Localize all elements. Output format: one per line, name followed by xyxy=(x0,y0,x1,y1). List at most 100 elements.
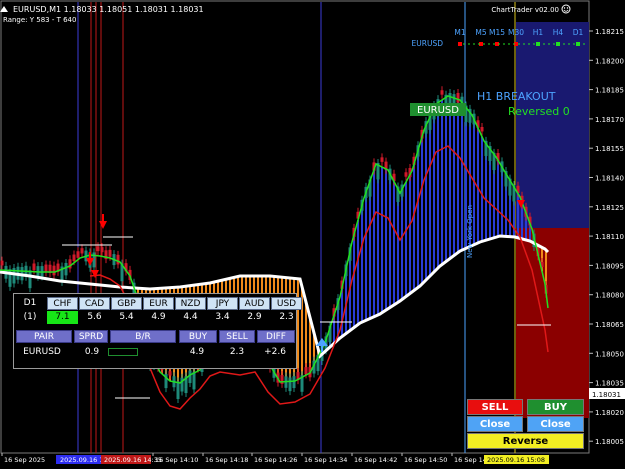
time-label: 16 Sep 2025 xyxy=(4,456,45,464)
buy-zone xyxy=(516,22,589,228)
currency-header-usd: USD xyxy=(271,297,302,310)
price-label: 1.18020 xyxy=(595,409,624,417)
candle-body xyxy=(192,371,196,390)
row-diff: +2.6 xyxy=(264,347,286,357)
price-label: 1.18215 xyxy=(595,28,624,36)
histogram-bar xyxy=(425,125,427,281)
price-label: 1.18110 xyxy=(595,233,624,241)
column-header-diff: DIFF xyxy=(257,330,295,343)
price-label: 1.18125 xyxy=(595,204,624,212)
panel-row-label: (1) xyxy=(23,312,37,322)
candle-body xyxy=(380,157,384,162)
candle-body xyxy=(96,246,100,252)
tf-label-m30[interactable]: M30 xyxy=(508,28,524,37)
histogram-bar xyxy=(409,174,411,294)
price-label: 1.18065 xyxy=(595,321,624,329)
time-label: 16 Sep 14:42 xyxy=(354,456,397,464)
candle-body xyxy=(176,381,180,399)
column-header-pair: PAIR xyxy=(16,330,72,343)
histogram-bar xyxy=(417,150,419,288)
candle-body xyxy=(304,367,308,375)
histogram-bar xyxy=(369,181,371,319)
price-label: 1.18035 xyxy=(595,380,624,388)
price-label: 1.18095 xyxy=(595,262,624,270)
histogram-bar xyxy=(437,102,439,269)
currency-value-aud: 2.9 xyxy=(247,312,262,322)
candle-body xyxy=(404,172,408,177)
tf-label-m5[interactable]: M5 xyxy=(475,28,486,37)
range-line: Range: Y 583 - T 640 xyxy=(3,16,76,24)
smiley-icon xyxy=(561,4,571,14)
column-header-br: B/R xyxy=(110,330,176,343)
currency-value-usd: 2.3 xyxy=(279,312,294,322)
candle-body xyxy=(64,262,68,276)
histogram-bar xyxy=(429,117,431,276)
session-label: New York Open xyxy=(466,205,474,258)
time-highlight-label: 2025.09.16 14:35 xyxy=(104,456,162,464)
histogram-bar xyxy=(397,189,399,303)
column-header-buy: BUY xyxy=(179,330,217,343)
row-buy: 4.9 xyxy=(189,347,205,357)
tf-label-m1[interactable]: M1 xyxy=(454,28,465,37)
time-label: 16 Sep 14:26 xyxy=(254,456,297,464)
row-br-bar xyxy=(108,348,138,356)
time-label: 16 Sep 14:34 xyxy=(304,456,347,464)
current-price: 1.18031 xyxy=(592,391,621,399)
price-label: 1.18200 xyxy=(595,57,624,65)
tf-label-m15[interactable]: M15 xyxy=(489,28,505,37)
histogram-bar xyxy=(377,165,379,315)
histogram-bar xyxy=(341,287,343,337)
currency-value-nzd: 4.4 xyxy=(183,312,198,322)
candle-body xyxy=(292,376,296,389)
histogram-bar xyxy=(453,98,455,256)
histogram-bar xyxy=(461,102,463,251)
tf-label-d1[interactable]: D1 xyxy=(573,28,584,37)
close-buy-button[interactable]: Close Buy xyxy=(527,416,584,445)
histogram-bar xyxy=(497,160,499,237)
candle-body xyxy=(440,90,444,95)
histogram-bar xyxy=(365,192,367,321)
column-header-sprd: SPRD xyxy=(74,330,108,343)
histogram-bar xyxy=(445,97,447,262)
buy-button[interactable]: BUY xyxy=(527,399,584,415)
row-sell: 2.3 xyxy=(229,347,245,357)
currency-value-chf: 7.1 xyxy=(47,311,78,324)
price-label: 1.18140 xyxy=(595,175,624,183)
candle-body xyxy=(288,377,292,392)
currency-value-jpy: 3.4 xyxy=(215,312,230,322)
column-header-sell: SELL xyxy=(219,330,255,343)
price-label: 1.18050 xyxy=(595,350,624,358)
tf-label-h4[interactable]: H4 xyxy=(553,28,564,37)
currency-header-cad: CAD xyxy=(79,297,110,310)
price-axis: 1.18215 1.18200 1.18185 1.18170 1.18155 1.181… xyxy=(589,28,624,446)
symbol-line: EURUSD,M1 1.18033 1.18051 1.18031 1.1803… xyxy=(13,5,204,14)
histogram-bar xyxy=(457,99,459,253)
currency-strength-panel: D1 (1) CHF CAD GBP EUR NZD JPY AUD USD 7.1 5.6 5.… xyxy=(13,293,302,369)
breakout-label: H1 BREAKOUT xyxy=(477,90,556,103)
histogram-bar xyxy=(393,181,395,305)
time-label: 16 Sep 14:18 xyxy=(205,456,248,464)
candle-body xyxy=(116,254,120,265)
sell-arrow-icon xyxy=(91,270,99,278)
histogram-bar xyxy=(357,220,359,325)
tf-signal-dot xyxy=(458,42,462,46)
row-pair: EURUSD xyxy=(23,347,61,357)
currency-header-eur: EUR xyxy=(143,297,174,310)
row-spread: 0.9 xyxy=(84,347,100,357)
close-sell-button[interactable]: Close Sell xyxy=(467,416,523,445)
histogram-bar xyxy=(501,167,503,237)
price-label: 1.18185 xyxy=(595,87,624,95)
sell-arrow-icon xyxy=(99,214,107,229)
sell-button[interactable]: SELL xyxy=(467,399,523,415)
histogram-bar xyxy=(389,173,391,308)
tf-pair-label: EURUSD xyxy=(412,39,444,48)
candle-body xyxy=(32,263,36,271)
reverse-button[interactable]: Reverse xyxy=(467,433,584,449)
reversed-label: Reversed 0 xyxy=(508,105,570,118)
tf-label-h1[interactable]: H1 xyxy=(533,28,544,37)
histogram-bar xyxy=(481,136,483,242)
currency-value-cad: 5.6 xyxy=(87,312,102,322)
price-label: 1.18005 xyxy=(595,438,624,446)
time-highlight-label: 2025.09.16 15:08 xyxy=(487,456,545,464)
candle-body xyxy=(40,266,44,277)
